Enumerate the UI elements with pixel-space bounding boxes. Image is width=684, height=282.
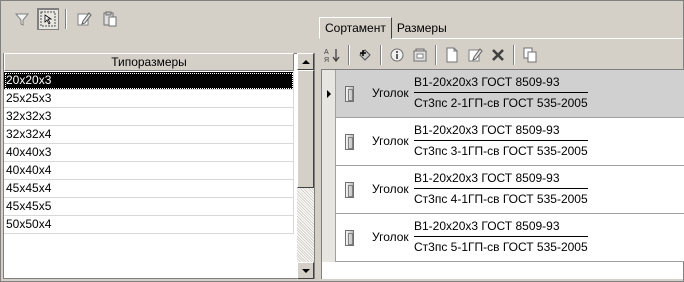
library-icon (413, 48, 427, 62)
profile-name: Уголок (372, 86, 409, 100)
scroll-track[interactable] (297, 188, 314, 262)
delete-icon (492, 49, 504, 61)
material-designation: Ст3пс 3-1ГП-св ГОСТ 535-2005 (414, 144, 588, 158)
size-row[interactable]: 50x50x4 (4, 216, 294, 234)
tab-assortment[interactable]: Сортамент (319, 17, 392, 39)
assortment-row[interactable]: Уголок В1-20x20x3 ГОСТ 8509-93 Ст3пс 4-1ГП… (322, 166, 684, 214)
designation-fraction: В1-20x20x3 ГОСТ 8509-93 Ст3пс 3-1ГП-св ГО… (414, 122, 588, 160)
scroll-thumb[interactable] (297, 70, 314, 188)
sizes-list: 20x20x3 25x25x3 32x32x3 32x32x4 40x40x3 40x40… (4, 72, 294, 234)
copy-icon (523, 47, 537, 63)
info-icon (390, 48, 404, 62)
tab-dimensions[interactable]: Размеры (391, 19, 452, 39)
profile-designation: В1-20x20x3 ГОСТ 8509-93 (414, 122, 588, 141)
toolbar-separator (513, 45, 515, 65)
assortment-toolbar: A Я (323, 41, 540, 69)
size-row[interactable]: 20x20x3 (4, 72, 294, 90)
paste-icon (103, 11, 117, 27)
assortment-row[interactable]: Уголок В1-20x20x3 ГОСТ 8509-93 Ст3пс 2-1ГП… (322, 70, 684, 118)
new-document-button[interactable] (442, 45, 462, 65)
select-range-icon (40, 11, 56, 27)
sizes-scrollbar[interactable] (297, 53, 314, 279)
svg-text:A: A (324, 49, 329, 56)
size-row[interactable]: 32x32x4 (4, 126, 294, 144)
copy-button[interactable] (520, 45, 540, 65)
add-icon (359, 49, 371, 61)
edit-record-button[interactable] (465, 45, 485, 65)
size-row[interactable]: 32x32x3 (4, 108, 294, 126)
profile-designation: В1-20x20x3 ГОСТ 8509-93 (414, 218, 588, 237)
edit-button[interactable] (73, 8, 95, 30)
angle-profile-icon (345, 182, 354, 198)
profile-name: Уголок (372, 134, 409, 148)
profile-designation: В1-20x20x3 ГОСТ 8509-93 (414, 74, 588, 93)
paste-button[interactable] (99, 8, 121, 30)
angle-profile-icon (345, 230, 354, 246)
assortment-grid: Уголок В1-20x20x3 ГОСТ 8509-93 Ст3пс 2-1ГП… (321, 69, 684, 279)
sort-icon: A Я (324, 49, 340, 63)
angle-profile-icon (345, 134, 354, 150)
row-indicator[interactable] (322, 214, 336, 262)
select-range-button[interactable] (37, 8, 59, 30)
toolbar-separator (435, 45, 437, 65)
designation-fraction: В1-20x20x3 ГОСТ 8509-93 Ст3пс 5-1ГП-св ГО… (414, 218, 588, 256)
edit-icon (468, 48, 483, 62)
assortment-row[interactable]: Уголок В1-20x20x3 ГОСТ 8509-93 Ст3пс 3-1ГП… (322, 118, 684, 166)
toolbar-separator (380, 45, 382, 65)
size-row[interactable]: 40x40x4 (4, 162, 294, 180)
filter-icon (14, 13, 30, 26)
info-button[interactable] (387, 45, 407, 65)
tab-strip: Сортамент Размеры (319, 17, 452, 39)
row-indicator[interactable] (322, 166, 336, 214)
designation-fraction: В1-20x20x3 ГОСТ 8509-93 Ст3пс 2-1ГП-св ГО… (414, 74, 588, 112)
sizes-column-header[interactable]: Типоразмеры (4, 53, 294, 71)
new-document-icon (446, 47, 458, 63)
svg-text:Я: Я (324, 57, 329, 63)
add-button[interactable] (355, 45, 375, 65)
sort-button[interactable]: A Я (323, 45, 343, 65)
window-frame: Типоразмеры 20x20x3 25x25x3 32x32x3 32x32x4… (0, 0, 684, 282)
edit-icon (77, 12, 92, 26)
library-button[interactable] (410, 45, 430, 65)
profile-name: Уголок (372, 230, 409, 244)
size-row[interactable]: 25x25x3 (4, 90, 294, 108)
material-designation: Ст3пс 2-1ГП-св ГОСТ 535-2005 (414, 96, 588, 110)
row-indicator[interactable] (322, 118, 336, 166)
profile-designation: В1-20x20x3 ГОСТ 8509-93 (414, 170, 588, 189)
arrow-down-icon (301, 268, 310, 273)
current-row-icon (326, 90, 331, 98)
angle-profile-icon (345, 86, 354, 102)
row-indicator[interactable] (322, 70, 336, 118)
filter-button[interactable] (11, 8, 33, 30)
scroll-down-button[interactable] (297, 262, 314, 279)
designation-fraction: В1-20x20x3 ГОСТ 8509-93 Ст3пс 4-1ГП-св ГО… (414, 170, 588, 208)
scroll-up-button[interactable] (297, 53, 314, 70)
sizes-panel: Типоразмеры 20x20x3 25x25x3 32x32x3 32x32x4… (3, 3, 315, 279)
sizes-toolbar (3, 3, 315, 35)
sizes-grid: Типоразмеры 20x20x3 25x25x3 32x32x3 32x32x4… (3, 53, 315, 279)
toolbar-separator (348, 45, 350, 65)
delete-button[interactable] (488, 45, 508, 65)
size-row[interactable]: 45x45x4 (4, 180, 294, 198)
profile-name: Уголок (372, 182, 409, 196)
material-designation: Ст3пс 5-1ГП-св ГОСТ 535-2005 (414, 240, 588, 254)
arrow-up-icon (301, 59, 310, 64)
material-designation: Ст3пс 4-1ГП-св ГОСТ 535-2005 (414, 192, 588, 206)
toolbar-separator (65, 9, 67, 29)
size-row[interactable]: 45x45x5 (4, 198, 294, 216)
assortment-panel: Сортамент Размеры A Я Уголок В1-20x20x3 … (319, 3, 684, 279)
size-row[interactable]: 40x40x3 (4, 144, 294, 162)
assortment-row[interactable]: Уголок В1-20x20x3 ГОСТ 8509-93 Ст3пс 5-1ГП… (322, 214, 684, 262)
